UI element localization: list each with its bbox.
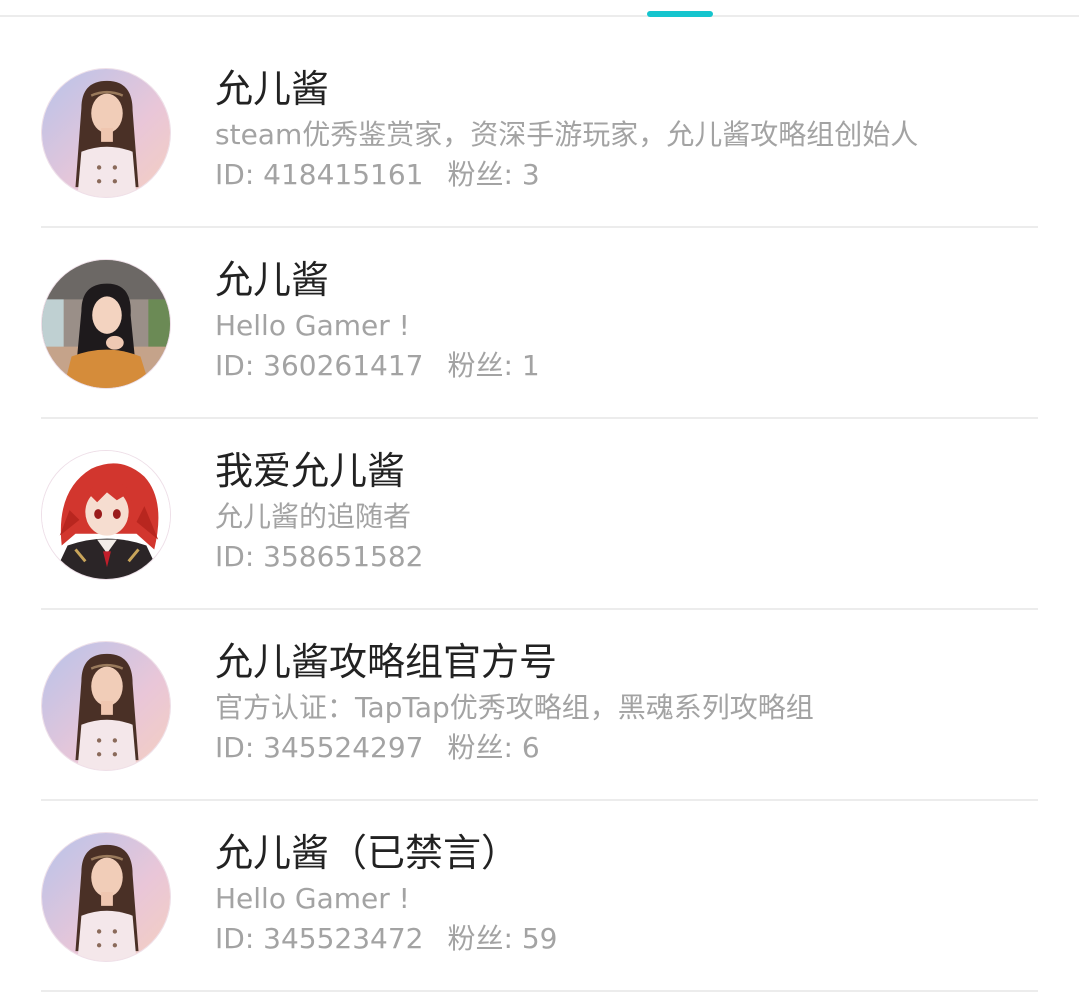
user-list-item[interactable]: 我爱允儿酱 允儿酱的追随者 ID: 358651582 (0, 419, 1079, 610)
user-list-item[interactable]: 允儿酱攻略组官方号 官方认证：TapTap优秀攻略组，黑魂系列攻略组 ID: 3… (0, 610, 1079, 801)
user-id: ID: 345524297 (215, 731, 424, 764)
user-name[interactable]: 允儿酱 (215, 256, 329, 304)
user-list: 允儿酱 steam优秀鉴赏家，资深手游玩家，允儿酱攻略组创始人 ID: 4184… (0, 37, 1079, 992)
user-id: ID: 360261417 (215, 349, 424, 382)
user-meta: ID: 360261417 粉丝: 1 (215, 348, 540, 384)
user-meta: ID: 345523472 粉丝: 59 (215, 921, 557, 957)
avatar[interactable] (41, 641, 171, 771)
avatar[interactable] (41, 68, 171, 198)
user-name[interactable]: 允儿酱攻略组官方号 (215, 638, 557, 686)
user-name[interactable]: 允儿酱 (215, 65, 329, 113)
user-id: ID: 345523472 (215, 922, 424, 955)
girl-pink-dress-avatar-icon (42, 69, 170, 197)
user-bio: Hello Gamer ! (215, 882, 410, 915)
avatar[interactable] (41, 832, 171, 962)
girl-pink-dress-avatar-icon (42, 833, 170, 961)
tab-bar-divider (0, 15, 1079, 17)
user-meta: ID: 345524297 粉丝: 6 (215, 730, 540, 766)
fans-count: 粉丝: 3 (447, 158, 540, 191)
user-list-item[interactable]: 允儿酱（已禁言） Hello Gamer ! ID: 345523472 粉丝: … (0, 801, 1079, 992)
user-list-item[interactable]: 允儿酱 Hello Gamer ! ID: 360261417 粉丝: 1 (0, 228, 1079, 419)
user-meta: ID: 358651582 (215, 539, 423, 575)
anime-red-hair-avatar-icon (42, 451, 170, 579)
girl-dark-hair-avatar-icon (42, 260, 170, 388)
row-divider (41, 990, 1038, 992)
user-id: ID: 358651582 (215, 540, 424, 573)
girl-pink-dress-avatar-icon (42, 642, 170, 770)
fans-count: 粉丝: 1 (447, 349, 540, 382)
user-name[interactable]: 我爱允儿酱 (215, 447, 405, 495)
user-meta: ID: 418415161 粉丝: 3 (215, 157, 540, 193)
user-bio: Hello Gamer ! (215, 309, 410, 342)
tab-bar (0, 0, 1079, 18)
avatar[interactable] (41, 450, 171, 580)
fans-count: 粉丝: 6 (447, 731, 540, 764)
user-id: ID: 418415161 (215, 158, 424, 191)
active-tab-indicator (647, 11, 713, 17)
user-name[interactable]: 允儿酱（已禁言） (215, 829, 519, 877)
fans-count: 粉丝: 59 (447, 922, 558, 955)
user-bio: 官方认证：TapTap优秀攻略组，黑魂系列攻略组 (215, 691, 814, 724)
user-bio: steam优秀鉴赏家，资深手游玩家，允儿酱攻略组创始人 (215, 118, 919, 151)
user-list-item[interactable]: 允儿酱 steam优秀鉴赏家，资深手游玩家，允儿酱攻略组创始人 ID: 4184… (0, 37, 1079, 228)
avatar[interactable] (41, 259, 171, 389)
user-bio: 允儿酱的追随者 (215, 500, 412, 533)
